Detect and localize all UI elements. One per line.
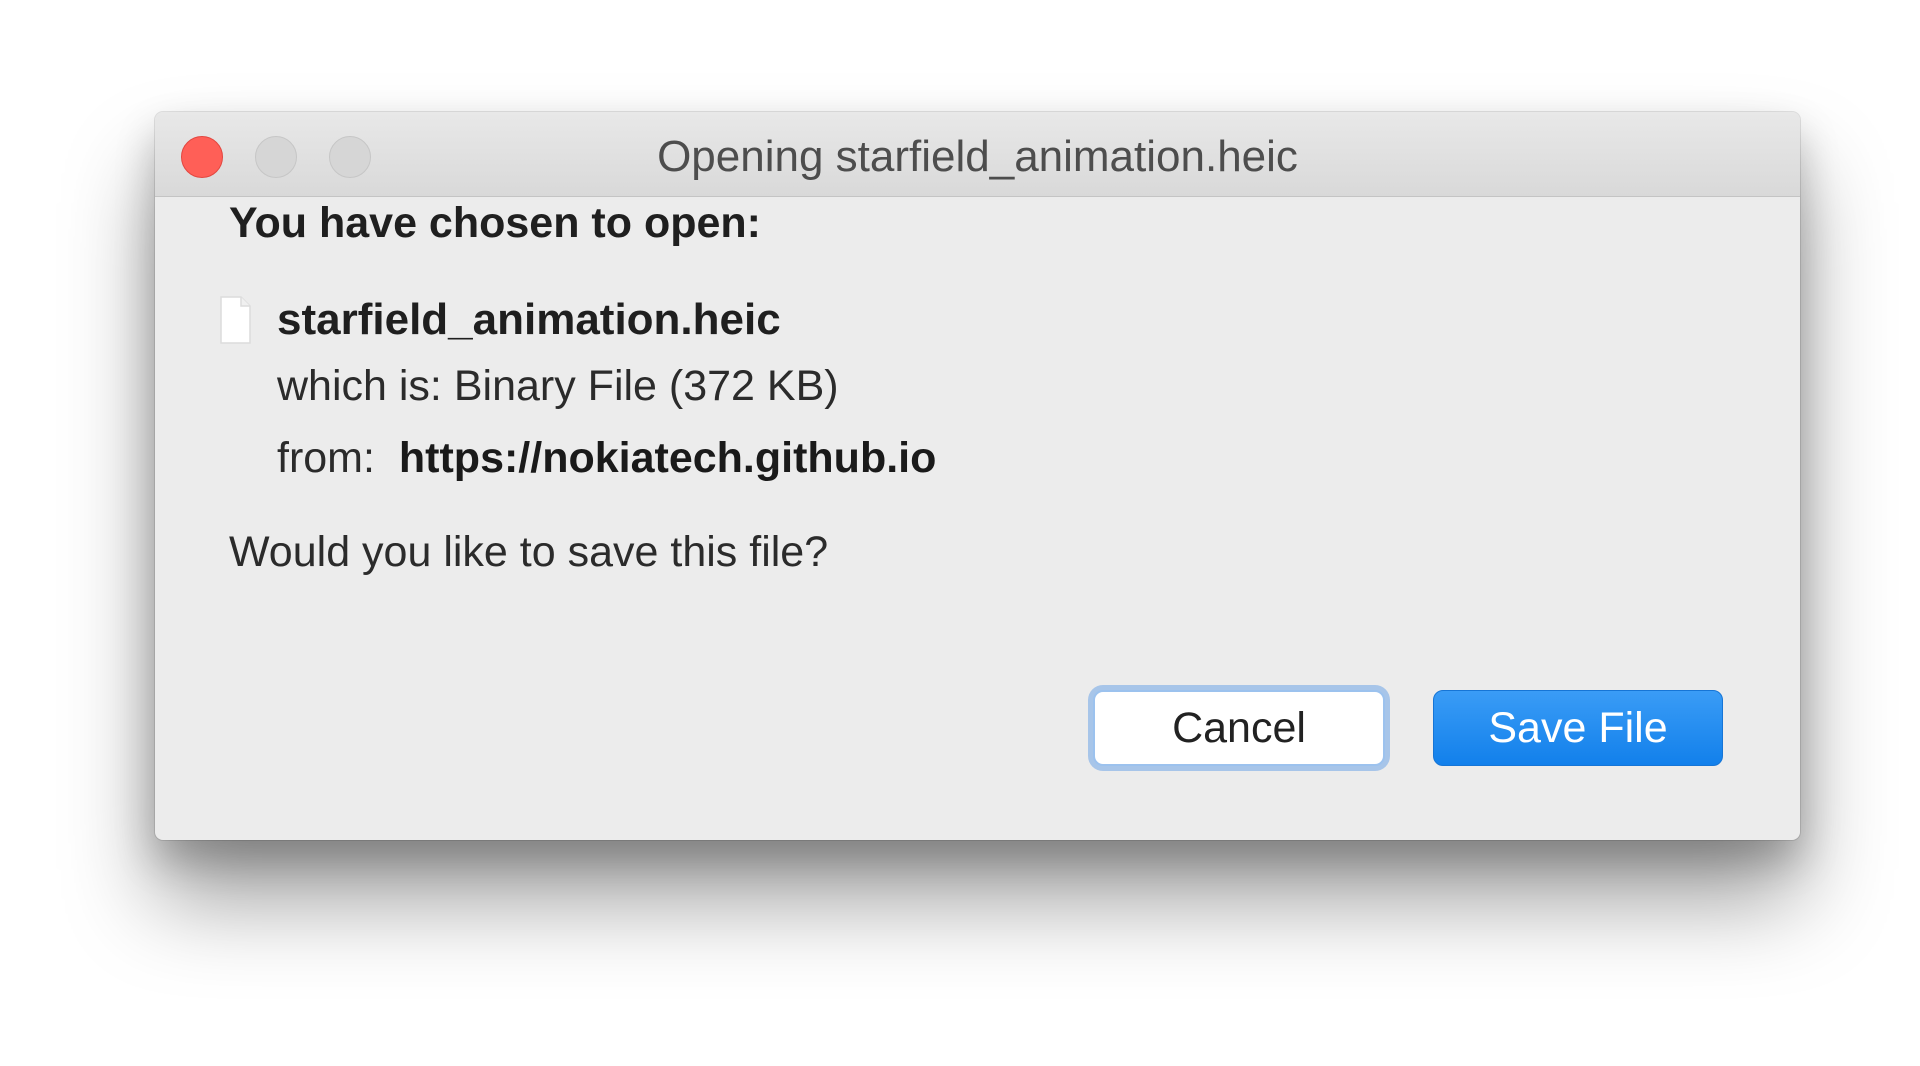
save-file-dialog: Opening starfield_animation.heic You hav… bbox=[155, 112, 1800, 840]
which-is-label: which is: bbox=[277, 362, 442, 410]
file-row: starfield_animation.heic bbox=[219, 290, 781, 350]
file-type-value: Binary File (372 KB) bbox=[453, 362, 839, 410]
cancel-button[interactable]: Cancel bbox=[1093, 690, 1385, 766]
window-title: Opening starfield_animation.heic bbox=[657, 132, 1298, 181]
file-type-line: which is: Binary File (372 KB) bbox=[277, 362, 839, 411]
dialog-heading: You have chosen to open: bbox=[229, 199, 761, 247]
save-question: Would you like to save this file? bbox=[229, 528, 829, 576]
title-bar[interactable]: Opening starfield_animation.heic bbox=[155, 112, 1800, 197]
document-icon bbox=[220, 296, 251, 344]
save-file-button[interactable]: Save File bbox=[1433, 690, 1723, 766]
file-name: starfield_animation.heic bbox=[277, 295, 781, 344]
desktop-background: Opening starfield_animation.heic You hav… bbox=[0, 0, 1920, 1066]
source-url: https://nokiatech.github.io bbox=[398, 434, 937, 482]
source-line: from: https://nokiatech.github.io bbox=[277, 434, 936, 483]
from-label: from: bbox=[277, 434, 375, 482]
